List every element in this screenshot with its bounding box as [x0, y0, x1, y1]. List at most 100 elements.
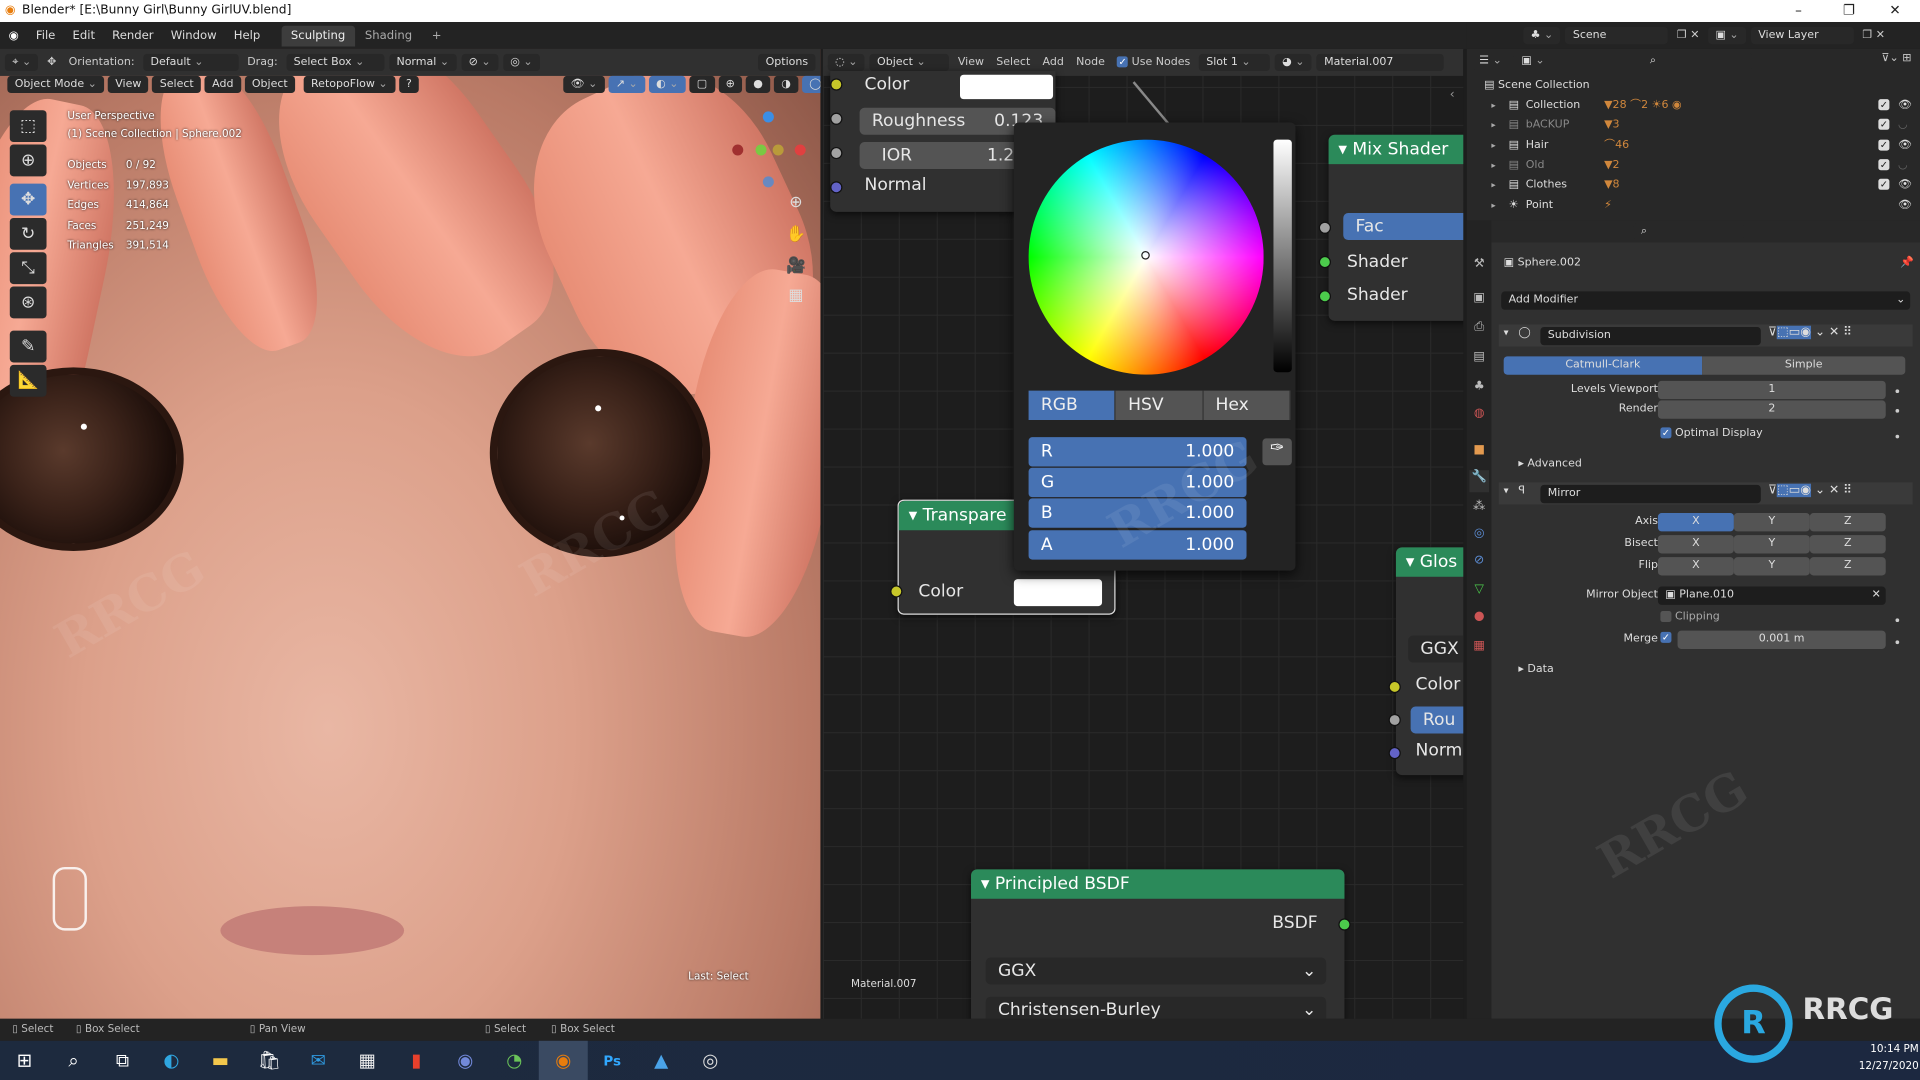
exclude-checkbox[interactable]: ✓	[1878, 96, 1890, 116]
flip-z-toggle[interactable]: Z	[1809, 557, 1886, 576]
photos-icon[interactable]: ▲	[637, 1041, 686, 1080]
color-wheel-cursor[interactable]	[1141, 251, 1150, 260]
fac-field[interactable]: Fac	[1343, 213, 1464, 241]
transform-tool[interactable]: ⊛	[9, 286, 47, 319]
collapse-icon[interactable]: ▾	[1504, 327, 1509, 338]
modifier-tab-icon[interactable]: 🔧	[1469, 470, 1489, 493]
expand-icon[interactable]: ▸	[1491, 155, 1495, 175]
transparent-color-swatch[interactable]	[1013, 579, 1103, 607]
gizmo-toggle-icon[interactable]: ↗	[608, 75, 646, 94]
cursor-tool[interactable]: ⊕	[9, 144, 47, 177]
shader-type-dropdown[interactable]: Object	[869, 53, 950, 72]
wireframe-shading-icon[interactable]: ⊕	[718, 75, 743, 94]
select-box-tool[interactable]: ⬚	[9, 110, 47, 143]
menu-add[interactable]: Add	[1039, 56, 1068, 68]
mail-icon[interactable]: ✉	[294, 1041, 343, 1080]
merge-checkbox[interactable]: ✓	[1660, 631, 1672, 644]
blender-menu-icon[interactable]: ◉	[0, 29, 27, 42]
store-icon[interactable]: 🛍	[245, 1041, 294, 1080]
exclude-checkbox[interactable]: ✓	[1878, 175, 1890, 195]
gizmo-y-axis[interactable]	[755, 144, 767, 156]
3d-viewport[interactable]: ⌖ ✥ Orientation: Default Drag: Select Bo…	[0, 48, 821, 1019]
menu-object[interactable]: Object	[244, 75, 296, 94]
outliner-row[interactable]: ▸ ▤ Old ▼2 ✓ ◡	[1467, 155, 1920, 175]
modifier-visibility-icons[interactable]: ⊽⬚▭◉ ⌄ ✕ ⠿	[1768, 483, 1852, 498]
sidebar-toggle-icon[interactable]: ‹	[1450, 88, 1455, 101]
green-field[interactable]: G 1.000	[1028, 467, 1247, 498]
mirror-name-field[interactable]: Mirror	[1540, 484, 1761, 504]
material-browse-icon[interactable]: ◕	[1274, 53, 1312, 72]
app-icon[interactable]: ▦	[343, 1041, 392, 1080]
grid-icon[interactable]: ▦	[784, 287, 808, 311]
menu-view[interactable]: View	[107, 75, 149, 94]
render-levels-field[interactable]: 2	[1657, 400, 1886, 419]
expand-icon[interactable]: ▸	[1491, 115, 1495, 135]
eye-icon[interactable]: ◡	[1898, 115, 1908, 135]
eye-icon[interactable]: 👁	[1898, 175, 1912, 195]
visibility-icon[interactable]: 👁	[563, 75, 605, 94]
merge-distance-field[interactable]: 0.001 m	[1677, 630, 1886, 649]
principled-bsdf-node[interactable]: ▾ Principled BSDF BSDF GGX ⌄ Christensen-…	[971, 869, 1351, 1019]
clipping-checkbox[interactable]: Clipping	[1660, 611, 1720, 623]
mirror-modifier-header[interactable]: ▾ ꟼ Mirror ⊽⬚▭◉ ⌄ ✕ ⠿	[1498, 482, 1913, 505]
drag-dropdown[interactable]: Select Box	[286, 53, 385, 72]
annotate-tool[interactable]: ✎	[9, 330, 47, 363]
bisect-x-toggle[interactable]: X	[1657, 535, 1734, 554]
editor-type-icon[interactable]: ◌	[827, 53, 865, 72]
gizmo-neg-x-axis[interactable]	[732, 144, 744, 156]
help-button[interactable]: ?	[398, 75, 420, 94]
tab-rgb[interactable]: RGB	[1028, 390, 1116, 421]
menu-select[interactable]: Select	[993, 56, 1034, 68]
tab-hsv[interactable]: HSV	[1115, 390, 1204, 421]
axis-z-toggle[interactable]: Z	[1809, 513, 1886, 532]
mix-shader-node[interactable]: ▾ Mix Shader Fac Shader Shader	[1328, 134, 1464, 321]
retopoflow-dropdown[interactable]: RetopoFlow	[303, 75, 395, 94]
scene-collection-row[interactable]: ▤ Scene Collection	[1467, 76, 1920, 96]
gizmo-z-axis[interactable]	[762, 111, 774, 123]
add-modifier-dropdown[interactable]: Add Modifier ⌄	[1501, 291, 1911, 310]
obs-icon[interactable]: ◎	[686, 1041, 735, 1080]
subsurface-method-dropdown[interactable]: Christensen-Burley ⌄	[985, 996, 1327, 1019]
subdivision-modifier-header[interactable]: ▾ ◯ Subdivision ⊽⬚▭◉ ⌄ ✕ ⠿	[1498, 324, 1913, 347]
scene-tab-icon[interactable]: ♣	[1469, 380, 1489, 402]
optimal-display-checkbox[interactable]: ✓ Optimal Display	[1660, 427, 1763, 440]
slot-dropdown[interactable]: Slot 1	[1198, 53, 1270, 72]
eye-icon[interactable]: 👁	[1898, 135, 1912, 155]
pin-icon[interactable]: 📌	[1900, 257, 1914, 269]
exclude-checkbox[interactable]: ✓	[1878, 135, 1890, 155]
levels-viewport-field[interactable]: 1	[1657, 380, 1886, 400]
eye-icon[interactable]: 👁	[1898, 96, 1912, 116]
rendered-shading-icon[interactable]: ◯	[801, 75, 821, 94]
tab-hex[interactable]: Hex	[1203, 390, 1291, 421]
add-workspace-button[interactable]: +	[422, 25, 451, 46]
object-tab-icon[interactable]: ■	[1469, 443, 1489, 465]
scene-field[interactable]: Scene	[1565, 26, 1669, 45]
pan-hand-icon[interactable]: ✋	[784, 225, 808, 249]
bisect-z-toggle[interactable]: Z	[1809, 535, 1886, 554]
menu-render[interactable]: Render	[104, 29, 163, 42]
blue-field[interactable]: B 1.000	[1028, 498, 1247, 528]
world-tab-icon[interactable]: ◍	[1469, 407, 1489, 429]
file-explorer-icon[interactable]: ▬	[196, 1041, 245, 1080]
menu-file[interactable]: File	[27, 29, 64, 42]
move-tool[interactable]: ✥	[9, 183, 47, 216]
color-swatch[interactable]	[960, 74, 1054, 100]
tool-icon-button[interactable]: ⌖	[4, 53, 39, 72]
render-tab-icon[interactable]: ▣	[1469, 291, 1489, 313]
simple-button[interactable]: Simple	[1702, 356, 1906, 375]
discord-icon[interactable]: ◉	[441, 1041, 490, 1080]
outliner-row[interactable]: ▸ ☀ Point ⚡ 👁	[1467, 195, 1920, 215]
camera-icon[interactable]: 🎥	[784, 257, 808, 281]
view-layer-field[interactable]: View Layer	[1750, 26, 1854, 45]
task-view-icon[interactable]: ⧉	[98, 1041, 147, 1080]
constraints-tab-icon[interactable]: ⊘	[1469, 553, 1489, 575]
exclude-checkbox[interactable]: ✓	[1878, 155, 1890, 175]
alpha-field[interactable]: A 1.000	[1028, 530, 1247, 560]
office-icon[interactable]: ▮	[392, 1041, 441, 1080]
menu-window[interactable]: Window	[162, 29, 225, 42]
orientation-dropdown[interactable]: Default	[143, 53, 239, 72]
glossy-distribution-dropdown[interactable]: GGX	[1408, 635, 1464, 663]
gizmo-neg-z-axis[interactable]	[762, 176, 774, 188]
view-layer-icon[interactable]: ▣	[1708, 26, 1746, 45]
data-tab-icon[interactable]: ▽	[1469, 583, 1489, 605]
